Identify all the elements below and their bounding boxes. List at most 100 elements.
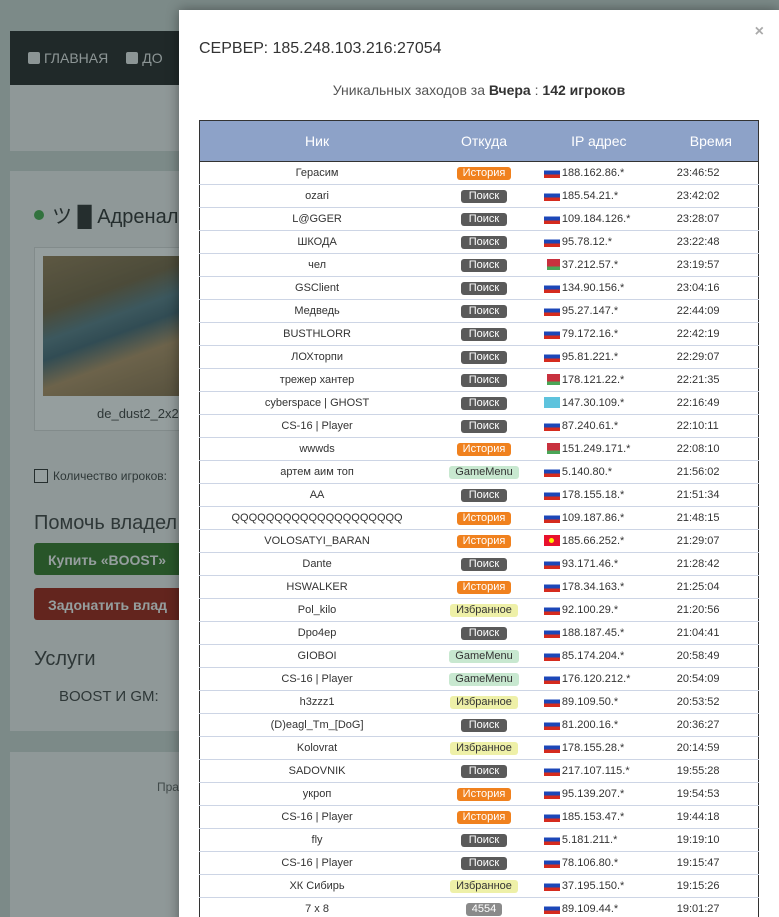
source-cell: История [434, 806, 534, 829]
player-nick[interactable]: AA [200, 484, 435, 507]
visit-time: 21:20:56 [676, 604, 720, 616]
player-nick[interactable]: GSClient [200, 277, 435, 300]
table-row: CS-16 | Player Поиск 78.106.80.* 19:15:47 [199, 852, 759, 875]
visit-time: 23:22:48 [676, 236, 720, 248]
player-nick[interactable]: ozari [200, 185, 435, 208]
visit-time: 21:04:41 [676, 627, 720, 639]
visit-time: 23:46:52 [676, 167, 720, 179]
source-badge: Поиск [461, 304, 508, 318]
ip-address: 147.30.109.* [561, 397, 625, 410]
country-flag-icon [543, 535, 560, 547]
ip-cell: 95.27.147.* [534, 300, 664, 323]
player-nick[interactable]: (D)eagl_Tm_[DoG] [200, 714, 435, 737]
visits-modal: × СЕРВЕР: 185.248.103.216:27054 Уникальн… [179, 10, 779, 917]
column-header-nick[interactable]: Ник [199, 120, 435, 162]
ip-cell: 95.139.207.* [534, 783, 664, 806]
player-nick[interactable]: ЛОХторпи [200, 346, 435, 369]
ip-address: 95.81.221.* [561, 351, 619, 364]
column-header-ip[interactable]: IP адрес [533, 120, 664, 162]
country-flag-icon [543, 765, 560, 777]
source-badge: 4554 [465, 902, 503, 916]
source-cell: GameMenu [434, 668, 534, 691]
player-nick[interactable]: 7 x 8 [200, 898, 435, 917]
player-nick[interactable]: CS-16 | Player [200, 668, 435, 691]
table-row: CS-16 | Player GameMenu 176.120.212.* 20:54… [199, 668, 759, 691]
ip-address: 178.155.28.* [561, 742, 625, 755]
ip-cell: 188.162.86.* [534, 162, 664, 185]
visit-time: 21:56:02 [676, 466, 720, 478]
player-nick[interactable]: трежер хантер [200, 369, 435, 392]
visit-time: 21:51:34 [676, 489, 720, 501]
player-nick[interactable]: Dpo4ep [200, 622, 435, 645]
source-cell: Избранное [434, 875, 534, 898]
ip-cell: 217.107.115.* [534, 760, 664, 783]
ip-address: 185.54.21.* [561, 190, 619, 203]
visit-time: 21:48:15 [676, 512, 720, 524]
player-nick[interactable]: Dante [200, 553, 435, 576]
source-badge: История [456, 511, 512, 525]
ip-cell: 5.140.80.* [534, 461, 664, 484]
visit-time: 20:14:59 [676, 742, 720, 754]
ip-cell: 95.78.12.* [534, 231, 664, 254]
player-nick[interactable]: Медведь [200, 300, 435, 323]
player-nick[interactable]: чел [200, 254, 435, 277]
country-flag-icon [543, 374, 560, 386]
ip-address: 37.195.150.* [561, 880, 625, 893]
ip-address: 188.162.86.* [561, 167, 625, 180]
source-badge: Избранное [450, 741, 518, 755]
player-nick[interactable]: ШКОДА [200, 231, 435, 254]
source-badge: Поиск [461, 235, 508, 249]
player-nick[interactable]: cyberspace | GHOST [200, 392, 435, 415]
country-flag-icon [543, 650, 560, 662]
table-row: 7 x 8 4554 89.109.44.* 19:01:27 [200, 898, 759, 917]
ip-address: 134.90.156.* [561, 282, 625, 295]
player-nick[interactable]: h3zzz1 [200, 691, 435, 714]
ip-address: 81.200.16.* [561, 719, 619, 732]
player-nick[interactable]: BUSTHLORR [200, 323, 435, 346]
close-button[interactable]: × [755, 23, 764, 41]
source-badge: История [456, 534, 512, 548]
table-body: Герасим История 188.162.86.* 23:46:52 ozari П… [199, 162, 759, 917]
country-flag-icon [543, 213, 560, 225]
ip-cell: 151.249.171.* [534, 438, 664, 461]
player-nick[interactable]: QQQQQQQQQQQQQQQQQQQQ [200, 507, 435, 530]
player-nick[interactable]: артем аим топ [200, 461, 435, 484]
ip-cell: 178.34.163.* [534, 576, 664, 599]
source-cell: Поиск [434, 392, 534, 415]
player-nick[interactable]: Pol_kilo [200, 599, 435, 622]
player-nick[interactable]: Герасим [200, 162, 435, 185]
player-nick[interactable]: L@GGER [200, 208, 435, 231]
ip-cell: 37.195.150.* [534, 875, 664, 898]
player-nick[interactable]: fly [200, 829, 435, 852]
table-row: CS-16 | Player История 185.153.47.* 19:44:1… [199, 806, 759, 829]
player-nick[interactable]: HSWALKER [200, 576, 435, 599]
ip-address: 89.109.50.* [561, 696, 619, 709]
player-nick[interactable]: укроп [200, 783, 435, 806]
table-row: GIOBOI GameMenu 85.174.204.* 20:58:49 [199, 645, 759, 668]
ip-cell: 81.200.16.* [534, 714, 664, 737]
table-row: AA Поиск 178.155.18.* 21:51:34 [199, 484, 759, 507]
source-cell: Избранное [434, 599, 534, 622]
player-nick[interactable]: ХК Сибирь [200, 875, 435, 898]
player-nick[interactable]: CS-16 | Player [200, 415, 435, 438]
ip-cell: 134.90.156.* [534, 277, 664, 300]
player-nick[interactable]: wwwds [200, 438, 435, 461]
source-badge: История [456, 810, 512, 824]
column-header-source[interactable]: Откуда [434, 120, 534, 162]
player-nick[interactable]: Kolovrat [200, 737, 435, 760]
country-flag-icon [543, 788, 560, 800]
column-header-time[interactable]: Время [663, 120, 759, 162]
player-nick[interactable]: CS-16 | Player [200, 806, 435, 829]
ip-address: 188.187.45.* [561, 627, 625, 640]
country-flag-icon [543, 305, 560, 317]
player-nick[interactable]: VOLOSATYI_BARAN [200, 530, 435, 553]
country-flag-icon [543, 696, 560, 708]
player-nick[interactable]: CS-16 | Player [200, 852, 435, 875]
visit-time: 22:44:09 [676, 305, 720, 317]
player-nick[interactable]: SADOVNIK [200, 760, 435, 783]
ip-cell: 95.81.221.* [534, 346, 664, 369]
player-nick[interactable]: GIOBOI [200, 645, 435, 668]
source-badge: Поиск [461, 626, 508, 640]
ip-cell: 185.66.252.* [534, 530, 664, 553]
table-row: h3zzz1 Избранное 89.109.50.* 20:53:52 [199, 691, 759, 714]
